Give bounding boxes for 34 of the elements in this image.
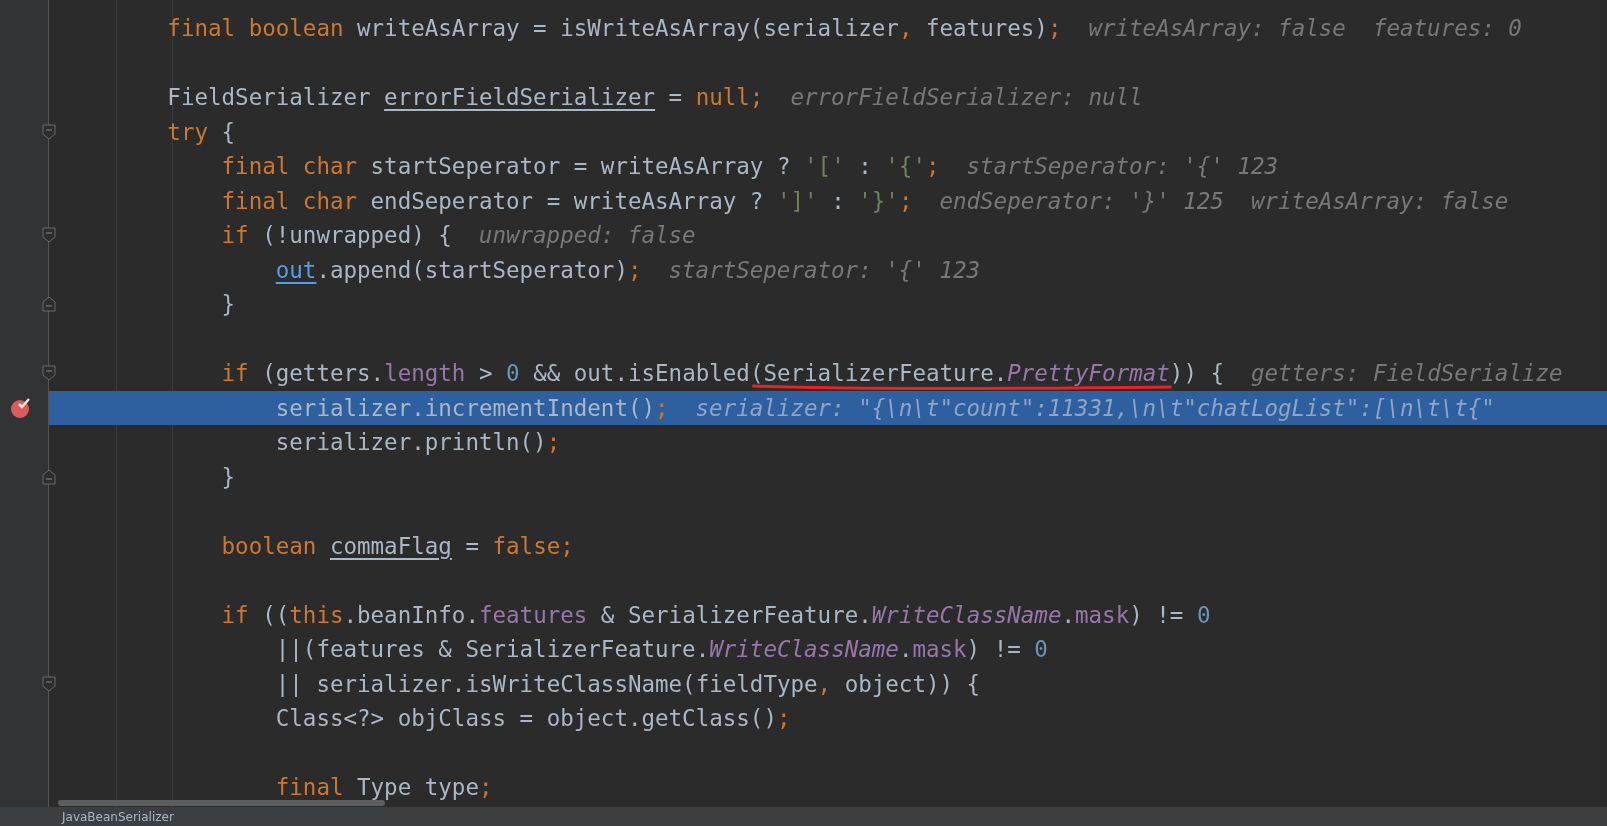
code-line: serializer.incrementIndent(); xyxy=(274,396,669,419)
inline-value-hint: startSeperator: '{' 123 xyxy=(966,155,1279,178)
fold-icon[interactable] xyxy=(42,123,56,140)
code-line: serializer.println(); xyxy=(274,431,561,454)
horizontal-scrollbar[interactable] xyxy=(58,800,385,806)
fold-icon[interactable] xyxy=(42,365,56,381)
inline-value-hint: serializer: "{\n\t"count":11331,\n\t"chatLogList":[\n\t\t{" xyxy=(695,396,1495,419)
code-line: boolean commaFlag = false; xyxy=(220,534,574,557)
fold-icon[interactable] xyxy=(42,296,56,312)
code-line: try { xyxy=(166,120,236,143)
code-line: final char endSeperator = writeAsArray ? ']' : '}'; xyxy=(220,189,913,212)
editor-tab[interactable]: JavaBeanSerializer xyxy=(62,807,174,826)
code-line: if (!unwrapped) { xyxy=(220,224,452,247)
inline-value-hint: writeAsArray: false features: 0 xyxy=(1088,17,1522,40)
inline-value-hint: getters: FieldSerialize xyxy=(1251,362,1563,385)
inline-value-hint: endSeperator: '}' 125 writeAsArray: false xyxy=(939,189,1509,212)
code-line: final Type type; xyxy=(274,776,493,799)
code-line: } xyxy=(220,293,236,316)
fold-icon[interactable] xyxy=(42,675,56,692)
code-line: FieldSerializer errorFieldSerializer = null; xyxy=(166,86,764,109)
code-line: } xyxy=(220,465,236,488)
code-line: final char startSeperator = writeAsArray ? '[' : '{'; xyxy=(220,155,940,178)
code-line: || serializer.isWriteClassName(fieldType, object)) { xyxy=(274,672,981,695)
code-line: ||(features & SerializerFeature.WriteClassName.mask) != 0 xyxy=(274,638,1048,661)
code-line: if (getters.length > 0 && out.isEnabled(SerializerFeature.PrettyFormat)) { xyxy=(220,362,1225,385)
code-line: if ((this.beanInfo.features & SerializerFeature.WriteClassName.mask) != 0 xyxy=(220,603,1211,626)
breakpoint-icon[interactable] xyxy=(10,396,32,419)
inline-value-hint: errorFieldSerializer: null xyxy=(790,86,1143,109)
fold-icon[interactable] xyxy=(42,227,56,243)
code-line: out.append(startSeperator); xyxy=(274,258,642,281)
code-line: Class<?> objClass = object.getClass(); xyxy=(274,707,791,730)
inline-value-hint: unwrapped: false xyxy=(478,224,696,247)
inline-value-hint: startSeperator: '{' 123 xyxy=(668,258,981,281)
code-line: final boolean writeAsArray = isWriteAsArray(serializer, features); xyxy=(166,17,1062,40)
